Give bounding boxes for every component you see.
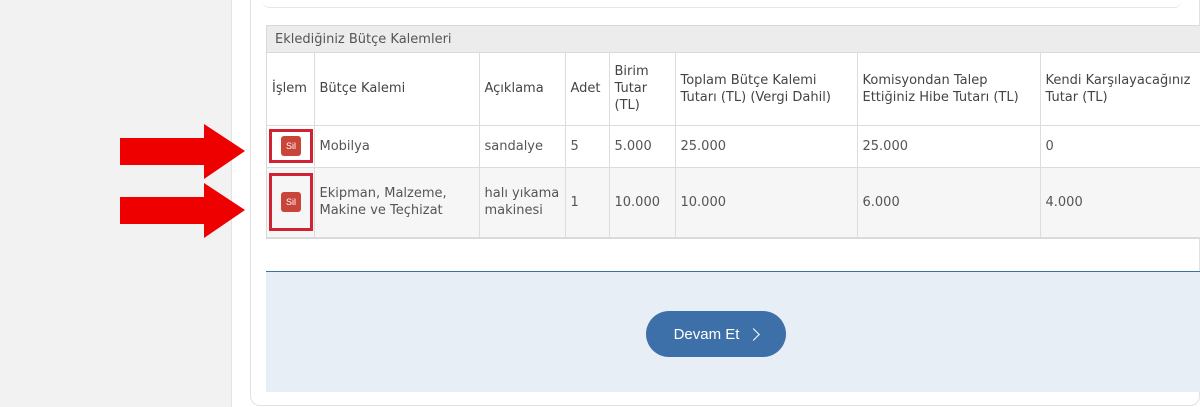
column-header-aciklama: Açıklama <box>479 53 566 126</box>
cell-adet: 1 <box>565 167 610 238</box>
continue-button[interactable]: Devam Et <box>646 311 786 357</box>
cell-butce-kalemi: Ekipman, Malzeme, Makine ve Teçhizat <box>314 167 480 238</box>
table-row: Sil Ekipman, Malzeme, Makine ve Teçhizat… <box>267 167 1200 238</box>
delete-button[interactable]: Sil <box>281 136 301 156</box>
cell-toplam-tutar: 25.000 <box>675 125 858 168</box>
table-row: Sil Mobilya sandalye 5 5.000 25.000 25.0… <box>267 125 1200 168</box>
highlight-outline: Sil <box>269 129 313 163</box>
form-actions-panel: Devam Et <box>266 271 1200 392</box>
cell-birim-tutar: 5.000 <box>609 125 676 168</box>
cell-kendi-tutar: 0 <box>1040 125 1200 168</box>
highlight-outline: Sil <box>269 173 313 231</box>
cell-birim-tutar: 10.000 <box>609 167 676 238</box>
delete-button[interactable]: Sil <box>281 192 301 212</box>
cell-hibe-tutari: 6.000 <box>857 167 1041 238</box>
column-header-kendi-tutar: Kendi Karşılayacağınız Tutar (TL) <box>1040 53 1200 126</box>
column-header-toplam-tutar: Toplam Bütçe Kalemi Tutarı (TL) (Vergi D… <box>675 53 858 126</box>
column-header-hibe-tutari: Komisyondan Talep Ettiğiniz Hibe Tutarı … <box>857 53 1041 126</box>
chevron-right-icon <box>747 327 761 341</box>
table-header-row: İşlem Bütçe Kalemi Açıklama Adet Birim T… <box>267 53 1200 126</box>
cell-butce-kalemi: Mobilya <box>314 125 480 168</box>
cell-aciklama: sandalye <box>479 125 566 168</box>
table-caption: Eklediğiniz Bütçe Kalemleri <box>267 26 1200 53</box>
cell-kendi-tutar: 4.000 <box>1040 167 1200 238</box>
action-cell: Sil <box>267 125 315 168</box>
budget-items-table: İşlem Bütçe Kalemi Açıklama Adet Birim T… <box>267 53 1200 238</box>
budget-items-table-panel: Eklediğiniz Bütçe Kalemleri İşlem Bütçe … <box>266 25 1200 239</box>
continue-button-label: Devam Et <box>673 325 740 343</box>
cell-aciklama: halı yıkama makinesi <box>479 167 566 238</box>
column-header-birim-tutar: Birim Tutar (TL) <box>609 53 676 126</box>
column-header-butce-kalemi: Bütçe Kalemi <box>314 53 480 126</box>
column-header-islem: İşlem <box>267 53 315 126</box>
red-arrow-icon <box>120 183 245 238</box>
cell-adet: 5 <box>565 125 610 168</box>
red-arrow-icon <box>120 124 245 179</box>
action-cell: Sil <box>267 167 315 238</box>
top-section-edge <box>262 0 1182 8</box>
cell-hibe-tutari: 25.000 <box>857 125 1041 168</box>
cell-toplam-tutar: 10.000 <box>675 167 858 238</box>
column-header-adet: Adet <box>565 53 610 126</box>
